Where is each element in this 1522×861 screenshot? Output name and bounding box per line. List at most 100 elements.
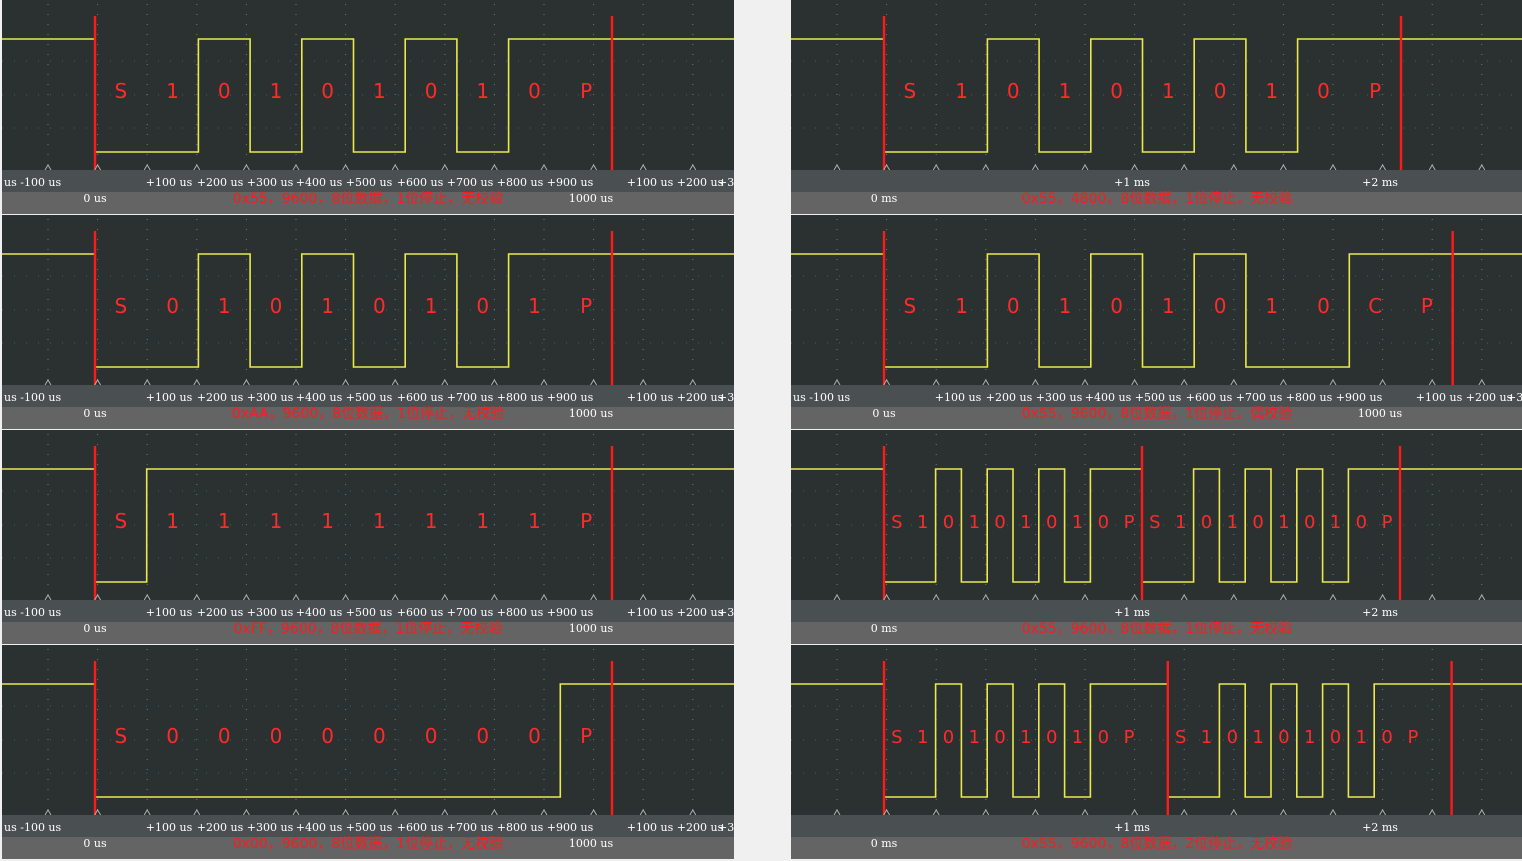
bit-label: 0: [166, 724, 179, 748]
bit-label: 0: [1214, 294, 1227, 318]
axis-tick-label: +3: [1507, 391, 1522, 404]
time-axis: us -100 us +100 us +200 us +300 us +400 us +5…: [2, 385, 734, 429]
axis-tick-label: +200 us: [676, 391, 724, 404]
axis-tick-label: +3: [718, 821, 735, 834]
bit-label: P: [1382, 512, 1393, 533]
bit-label: S: [1149, 512, 1160, 533]
bit-label: S: [114, 294, 127, 318]
serial-signal-trace: [791, 253, 1522, 368]
bit-label: P: [1369, 79, 1381, 103]
grid: [791, 4, 1522, 170]
bit-label: P: [580, 294, 592, 318]
bit-label: 0: [1007, 79, 1020, 103]
axis-tick-label: +3: [718, 606, 735, 619]
axis-tick-label: 1000 us: [568, 192, 614, 205]
bit-label: S: [114, 509, 127, 533]
waveform-plot: S10101010PS10101010P: [791, 430, 1522, 600]
waveform-panel: S 1 0 1 0 1 0 1 0 C Pus -100 us +100 us +200 us +300 …: [791, 215, 1522, 429]
axis-tick-label: +100 us: [145, 391, 193, 404]
axis-tick-label: +200 us: [1465, 391, 1513, 404]
waveform-plot: S 1 0 1 0 1 0 1 0 P: [2, 0, 734, 170]
bit-label: 1: [270, 79, 283, 103]
bit-label: 0: [1317, 79, 1330, 103]
axis-tick-label: +800 us: [496, 606, 544, 619]
waveform-plot: S 0 0 0 0 0 0 0 0 P: [2, 645, 734, 815]
grid: [2, 649, 734, 815]
axis-tick-label: us -100 us: [4, 821, 62, 834]
bit-label: 1: [425, 509, 438, 533]
bit-label: 0: [994, 727, 1005, 748]
bit-label: 1: [1304, 727, 1315, 748]
bit-label: 0: [321, 724, 334, 748]
bit-label: 1: [528, 509, 541, 533]
axis-tick-label: us -100 us: [793, 391, 851, 404]
bit-label: S: [891, 512, 902, 533]
bit-label: 1: [373, 509, 386, 533]
bit-label: 1: [969, 727, 980, 748]
time-axis: us -100 us +100 us +200 us +300 us +400 us +5…: [2, 170, 734, 214]
bit-label: 0: [1110, 79, 1123, 103]
bit-label: 0: [476, 724, 489, 748]
grid: [2, 4, 734, 170]
bit-label: 0: [943, 512, 954, 533]
axis-tick-label: +100 us: [1415, 391, 1463, 404]
axis-tick-label: us -100 us: [4, 606, 62, 619]
time-axis: +1 ms +2 ms 0 ms 0x55，4800，8位数据，1位停止，无校验: [791, 170, 1522, 214]
bit-label: 1: [1227, 512, 1238, 533]
bit-label: 0: [373, 294, 386, 318]
waveform-panel: S 1 0 1 0 1 0 1 0 P S 1 0 1 0 1 0 1 0 P +1 ms +2 ms 0 ms 0x55，9…: [791, 645, 1522, 859]
waveform-panel: S 1 0 1 0 1 0 1 0 Pus -100 us +100 us +200 us +300 u…: [2, 0, 734, 214]
bit-label: 0: [218, 724, 231, 748]
axis-tick-label: +3: [718, 176, 735, 189]
panel-caption: 0xAA，9600，8位数据，1位停止，无校验: [231, 406, 505, 422]
bit-label: 0: [270, 294, 283, 318]
waveform-svg: S 0 1 0 1 0 1 0 1 P: [2, 219, 734, 385]
bit-label: 1: [917, 512, 928, 533]
time-axis: us -100 us +100 us +200 us +300 us +400 us +5…: [791, 385, 1522, 429]
bit-label: 0: [528, 79, 541, 103]
axis-tick-label: 1000 us: [1357, 407, 1403, 420]
bit-label: 1: [1020, 512, 1031, 533]
bit-label: 1: [1059, 294, 1072, 318]
bit-label: 1: [1265, 79, 1278, 103]
waveform-plot: S10101010PS10101010P: [791, 645, 1522, 815]
waveform-svg: S 1 0 1 0 1 0 1 0 P: [791, 4, 1522, 170]
waveform-plot: S 1 0 1 0 1 0 1 0 P: [791, 0, 1522, 170]
bit-label: 0: [425, 724, 438, 748]
time-axis: us -100 us +100 us +200 us +300 us +400 us +5…: [2, 815, 734, 859]
bit-label: 0: [1317, 294, 1330, 318]
axis-tick-label: +200 us: [676, 606, 724, 619]
waveform-svg: S 0 0 0 0 0 0 0 0 P: [2, 649, 734, 815]
bit-label: S: [903, 79, 916, 103]
bit-label: 0: [1046, 727, 1057, 748]
bit-label: S: [903, 294, 916, 318]
grid: [791, 219, 1522, 385]
waveform-plot: S 1 0 1 0 1 0 1 0 C P: [791, 215, 1522, 385]
bit-label: P: [1124, 727, 1135, 748]
axis-tick-label: 1000 us: [568, 837, 614, 850]
axis-tick-label: +800 us: [496, 821, 544, 834]
bit-label: P: [1407, 727, 1418, 748]
axis-tick-label: +100 us: [145, 821, 193, 834]
axis-tick-label: +100 us: [626, 391, 674, 404]
bit-label: P: [1124, 512, 1135, 533]
bit-label: 1: [955, 294, 968, 318]
bit-label: 1: [373, 79, 386, 103]
axis-tick-label: 1000 us: [568, 622, 614, 635]
axis-tick-label: +100 us: [626, 176, 674, 189]
serial-signal-trace: [791, 38, 1522, 153]
bit-label: 1: [1020, 727, 1031, 748]
axis-tick-label: +100 us: [626, 606, 674, 619]
bit-label: 0: [270, 724, 283, 748]
bit-label: 1: [969, 512, 980, 533]
serial-signal-trace: [2, 468, 734, 583]
bit-label: 1: [476, 79, 489, 103]
bit-label: 1: [270, 509, 283, 533]
bit-label: 0: [1201, 512, 1212, 533]
bit-label: 0: [1227, 727, 1238, 748]
axis-tick-label: +800 us: [1285, 391, 1333, 404]
time-axis: us -100 us +100 us +200 us +300 us +400 us +5…: [2, 600, 734, 644]
bit-label: 1: [1175, 512, 1186, 533]
axis-tick-label: us -100 us: [4, 391, 62, 404]
bit-label: 0: [1007, 294, 1020, 318]
